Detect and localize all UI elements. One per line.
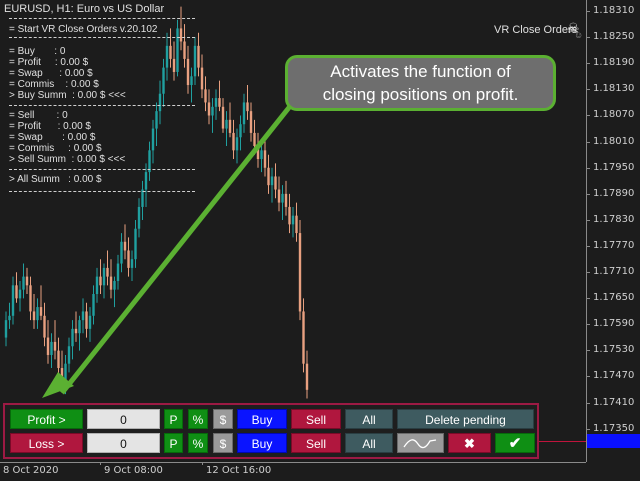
loss-mode-button[interactable]: Loss > (10, 433, 83, 453)
profit-value-input[interactable]: 0 (87, 409, 160, 429)
time-label: 12 Oct 16:00 (201, 462, 272, 476)
control-panel: Profit > 0 P % $ Buy Sell All Delete pen… (3, 403, 539, 459)
confirm-button[interactable]: ✔ (495, 433, 535, 453)
loss-points-button[interactable]: P (164, 433, 183, 453)
tooltip-callout: Activates the function of closing positi… (285, 55, 556, 111)
loss-sell-button[interactable]: Sell (291, 433, 341, 453)
price-axis[interactable]: 1.18310 1.18250 1.18190 1.18130 1.18070 1.180… (586, 0, 640, 462)
profit-mode-button[interactable]: Profit > (10, 409, 83, 429)
profit-points-button[interactable]: P (164, 409, 183, 429)
callout-line-2: closing positions on profit. (322, 85, 519, 104)
time-label: 8 Oct 2020 (3, 465, 59, 476)
trailing-stop-button[interactable] (397, 433, 444, 453)
close-all-button[interactable]: ✖ (448, 433, 491, 453)
loss-all-button[interactable]: All (345, 433, 393, 453)
trailing-line-icon (403, 439, 437, 449)
profit-all-button[interactable]: All (345, 409, 393, 429)
profit-buy-button[interactable]: Buy (237, 409, 287, 429)
profit-currency-button[interactable]: $ (213, 409, 233, 429)
callout-line-1: Activates the function of (330, 62, 511, 81)
checkmark-icon: ✔ (508, 435, 522, 452)
loss-currency-button[interactable]: $ (213, 433, 233, 453)
profit-sell-button[interactable]: Sell (291, 409, 341, 429)
time-label: 9 Oct 08:00 (100, 462, 163, 476)
current-price-marker (587, 434, 640, 448)
close-x-icon: ✖ (464, 436, 475, 451)
price-chart[interactable]: EURUSD, H1: Euro vs US Dollar VR Close O… (0, 0, 586, 462)
price-level-line (539, 441, 586, 442)
loss-value-input[interactable]: 0 (87, 433, 160, 453)
delete-pending-button[interactable]: Delete pending (397, 409, 534, 429)
profit-percent-button[interactable]: % (188, 409, 208, 429)
loss-buy-button[interactable]: Buy (237, 433, 287, 453)
time-axis[interactable]: 8 Oct 2020 9 Oct 08:00 12 Oct 16:00 (0, 462, 586, 481)
loss-percent-button[interactable]: % (188, 433, 208, 453)
